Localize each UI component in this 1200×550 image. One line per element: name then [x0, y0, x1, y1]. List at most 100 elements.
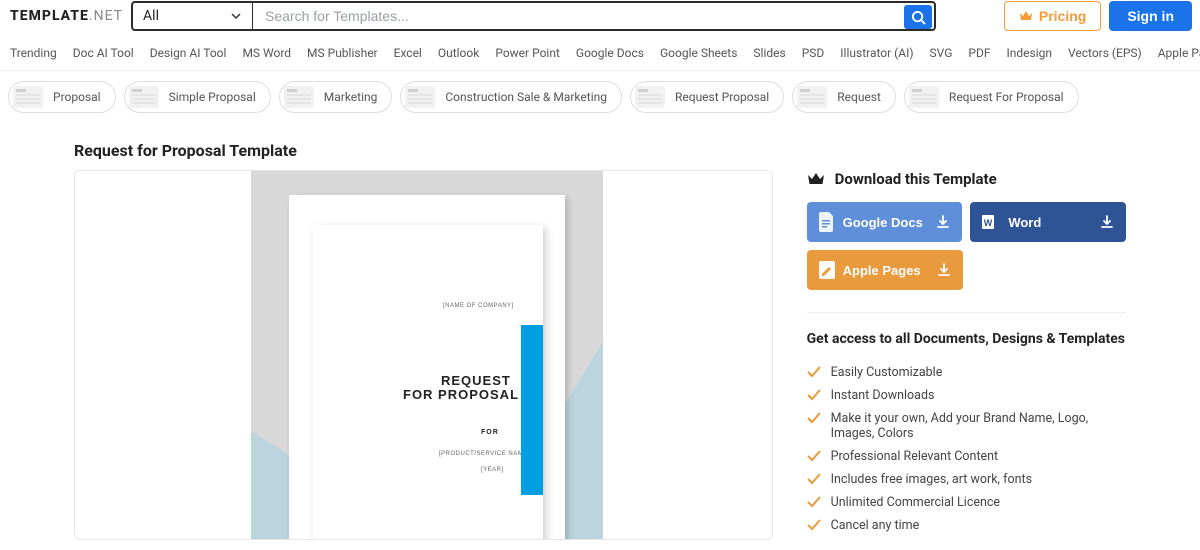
feature-text: Includes free images, art work, fonts	[831, 472, 1032, 487]
feature-list: Easily Customizable Instant Downloads Ma…	[807, 361, 1126, 537]
pill-proposal[interactable]: Proposal	[8, 81, 116, 113]
doc-heading-line1: REQUEST	[441, 373, 511, 388]
preview-box: [NAME OF COMPANY] REQUEST FOR PROPOSAL F…	[74, 170, 773, 540]
logo-text-a: TEMPLATE	[10, 8, 89, 24]
download-icon	[937, 263, 951, 277]
pill-label: Marketing	[324, 90, 378, 104]
chevron-down-icon	[230, 10, 242, 22]
feature-text: Unlimited Commercial Licence	[831, 495, 1000, 510]
filter-outlook[interactable]: Outlook	[438, 46, 479, 60]
pill-label: Request Proposal	[675, 90, 769, 104]
pages-icon	[819, 261, 835, 279]
search-input[interactable]	[253, 3, 902, 29]
download-icon	[936, 215, 950, 229]
pill-construction[interactable]: Construction Sale & Marketing	[400, 81, 622, 113]
filter-pdf[interactable]: PDF	[968, 46, 990, 60]
filter-vectors[interactable]: Vectors (EPS)	[1068, 46, 1142, 60]
check-icon	[807, 496, 821, 508]
download-apple-pages[interactable]: Apple Pages	[807, 250, 963, 290]
access-heading: Get access to all Documents, Designs & T…	[807, 331, 1126, 347]
filter-powerpoint[interactable]: Power Point	[495, 46, 560, 60]
filter-slides[interactable]: Slides	[753, 46, 785, 60]
check-icon	[807, 389, 821, 401]
doc-heading-line2: FOR PROPOSAL	[403, 387, 519, 402]
download-word-label: Word	[1000, 215, 1114, 230]
check-icon	[807, 473, 821, 485]
pill-thumb-icon	[909, 86, 939, 108]
feature-text: Professional Relevant Content	[831, 449, 999, 464]
pill-request[interactable]: Request	[792, 81, 896, 113]
filter-psd[interactable]: PSD	[802, 46, 825, 60]
feature-item: Instant Downloads	[807, 384, 1126, 407]
doc-for-label: FOR	[481, 429, 499, 436]
filter-gdocs[interactable]: Google Docs	[576, 46, 644, 60]
pill-label: Construction Sale & Marketing	[445, 90, 607, 104]
download-pages-label: Apple Pages	[835, 263, 951, 278]
pill-request-proposal[interactable]: Request Proposal	[630, 81, 784, 113]
feature-item: Easily Customizable	[807, 361, 1126, 384]
logo[interactable]: TEMPLATE.NET	[8, 8, 131, 24]
download-icon	[1100, 215, 1114, 229]
feature-text: Easily Customizable	[831, 365, 943, 380]
pill-thumb-icon	[797, 86, 827, 108]
feature-item: Includes free images, art work, fonts	[807, 468, 1126, 491]
pill-label: Simple Proposal	[169, 90, 256, 104]
gdocs-icon	[819, 212, 835, 232]
pricing-button[interactable]: Pricing	[1004, 1, 1101, 31]
page-title: Request for Proposal Template	[0, 123, 1200, 170]
pill-label: Request For Proposal	[949, 90, 1064, 104]
check-icon	[807, 366, 821, 378]
doc-year-placeholder: [YEAR]	[481, 467, 504, 473]
crown-icon	[807, 172, 825, 186]
pill-marketing[interactable]: Marketing	[279, 81, 393, 113]
doc-service-placeholder: [PRODUCT/SERVICE NAME]	[439, 451, 530, 457]
signin-button[interactable]: Sign in	[1109, 1, 1192, 31]
filter-svg[interactable]: SVG	[930, 46, 953, 60]
pill-label: Request	[837, 90, 881, 104]
check-icon	[807, 519, 821, 531]
pill-simple-proposal[interactable]: Simple Proposal	[124, 81, 271, 113]
document-page: [NAME OF COMPANY] REQUEST FOR PROPOSAL F…	[313, 225, 543, 540]
feature-text: Instant Downloads	[831, 388, 935, 403]
doc-company-placeholder: [NAME OF COMPANY]	[443, 303, 514, 309]
feature-item: Unlimited Commercial Licence	[807, 491, 1126, 514]
preview-column: [NAME OF COMPANY] REQUEST FOR PROPOSAL F…	[74, 170, 773, 540]
filter-msword[interactable]: MS Word	[242, 46, 291, 60]
word-icon: W	[982, 213, 1000, 231]
pill-row: Proposal Simple Proposal Marketing Const…	[0, 71, 1200, 123]
check-icon	[807, 412, 821, 424]
pill-thumb-icon	[129, 86, 159, 108]
filter-design-ai[interactable]: Design AI Tool	[150, 46, 227, 60]
filter-publisher[interactable]: MS Publisher	[307, 46, 378, 60]
download-heading: Download this Template	[807, 170, 1126, 188]
download-google-docs[interactable]: Google Docs	[807, 202, 963, 242]
logo-text-b: .NET	[89, 8, 123, 24]
pill-rfp[interactable]: Request For Proposal	[904, 81, 1079, 113]
pill-thumb-icon	[635, 86, 665, 108]
filter-indesign[interactable]: Indesign	[1007, 46, 1053, 60]
preview-background: [NAME OF COMPANY] REQUEST FOR PROPOSAL F…	[251, 171, 603, 540]
download-gdocs-label: Google Docs	[835, 215, 951, 230]
feature-item: Make it your own, Add your Brand Name, L…	[807, 407, 1126, 445]
feature-item: Cancel any time	[807, 514, 1126, 537]
filter-illustrator[interactable]: Illustrator (AI)	[840, 46, 913, 60]
search-icon	[911, 10, 926, 25]
filter-trending[interactable]: Trending	[10, 46, 57, 60]
download-word[interactable]: W Word	[970, 202, 1126, 242]
check-icon	[807, 450, 821, 462]
pricing-label: Pricing	[1039, 8, 1086, 24]
search-button[interactable]	[904, 5, 932, 29]
category-select[interactable]: All	[133, 3, 253, 29]
feature-text: Make it your own, Add your Brand Name, L…	[831, 411, 1126, 441]
category-label: All	[143, 8, 159, 24]
crown-icon	[1019, 10, 1033, 22]
feature-text: Cancel any time	[831, 518, 920, 533]
filter-excel[interactable]: Excel	[394, 46, 422, 60]
search-group: All	[131, 1, 936, 31]
pill-thumb-icon	[405, 86, 435, 108]
filter-applepages[interactable]: Apple Pages	[1158, 46, 1200, 60]
filter-doc-ai[interactable]: Doc AI Tool	[73, 46, 134, 60]
feature-item: Professional Relevant Content	[807, 445, 1126, 468]
content: [NAME OF COMPANY] REQUEST FOR PROPOSAL F…	[0, 170, 1200, 550]
filter-gsheets[interactable]: Google Sheets	[660, 46, 737, 60]
